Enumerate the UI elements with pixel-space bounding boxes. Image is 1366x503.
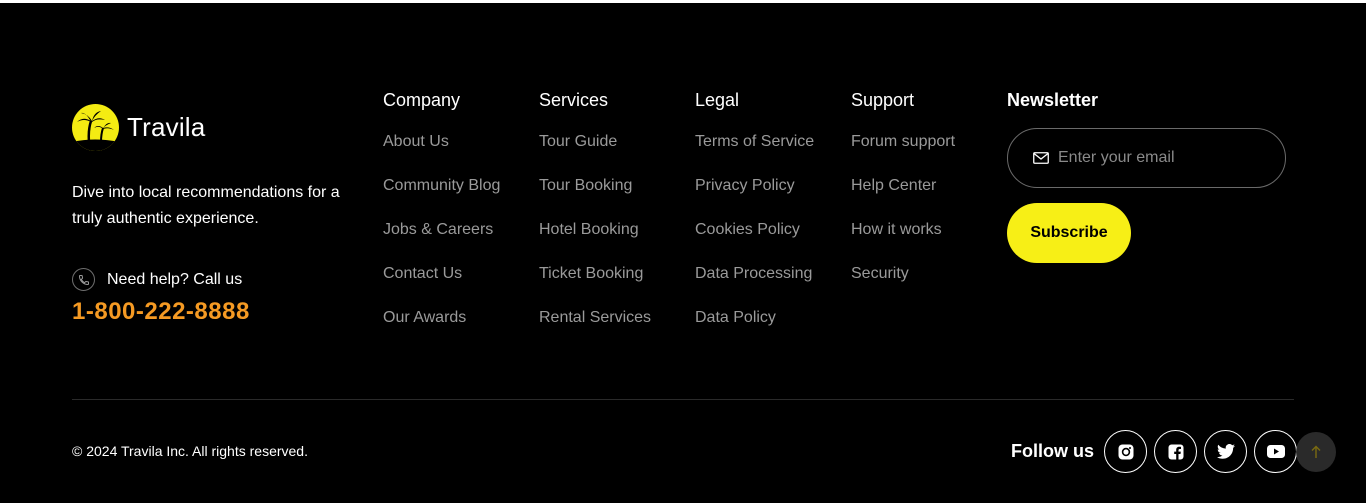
footer-link[interactable]: Security	[851, 264, 955, 308]
copyright-text: © 2024 Travila Inc. All rights reserved.	[72, 443, 308, 459]
brand-name: Travila	[127, 112, 206, 142]
phone-icon	[72, 268, 95, 291]
column-title: Legal	[695, 90, 740, 110]
footer-link[interactable]: Help Center	[851, 176, 955, 220]
footer-link[interactable]: Tour Guide	[539, 132, 651, 176]
footer-link[interactable]: Privacy Policy	[695, 176, 814, 220]
subscribe-button[interactable]: Subscribe	[1007, 203, 1131, 263]
facebook-icon[interactable]	[1154, 430, 1197, 473]
brand-logo[interactable]: Travila	[72, 104, 205, 151]
footer-link[interactable]: Our Awards	[383, 308, 500, 352]
footer-link[interactable]: Tour Booking	[539, 176, 651, 220]
envelope-icon	[1032, 149, 1050, 167]
footer-link[interactable]: How it works	[851, 220, 955, 264]
column-title: Support	[851, 90, 915, 110]
footer-tagline: Dive into local recommendations for a tr…	[72, 184, 340, 227]
follow-label: Follow us	[1011, 441, 1094, 461]
social-links: Follow us	[1011, 430, 1304, 473]
footer-link[interactable]: Hotel Booking	[539, 220, 651, 264]
footer-link[interactable]: Rental Services	[539, 308, 651, 352]
help-label: Need help? Call us	[107, 270, 243, 288]
footer-link[interactable]: Jobs & Careers	[383, 220, 500, 264]
top-border	[0, 0, 1366, 3]
email-input[interactable]	[1058, 149, 1278, 167]
instagram-icon[interactable]	[1104, 430, 1147, 473]
footer-column-support: Support Forum support Help Center How it…	[851, 88, 955, 308]
footer-link[interactable]: Data Processing	[695, 264, 814, 308]
footer-link[interactable]: Data Policy	[695, 308, 814, 352]
footer-link[interactable]: Terms of Service	[695, 132, 814, 176]
twitter-icon[interactable]	[1204, 430, 1247, 473]
footer-column-services: Services Tour Guide Tour Booking Hotel B…	[539, 88, 651, 352]
footer-link[interactable]: Forum support	[851, 132, 955, 176]
column-title: Company	[383, 90, 461, 110]
column-title: Services	[539, 90, 609, 110]
newsletter-title: Newsletter	[1007, 90, 1099, 110]
footer-link[interactable]: Cookies Policy	[695, 220, 814, 264]
phone-number[interactable]: 1-800-222-8888	[72, 298, 250, 326]
youtube-icon[interactable]	[1254, 430, 1297, 473]
footer-link[interactable]: Contact Us	[383, 264, 500, 308]
palm-tree-icon	[72, 104, 119, 151]
footer-column-legal: Legal Terms of Service Privacy Policy Co…	[695, 88, 814, 352]
scroll-to-top-button[interactable]	[1296, 432, 1336, 472]
footer-divider	[72, 399, 1294, 400]
footer-link[interactable]: Ticket Booking	[539, 264, 651, 308]
footer-column-company: Company About Us Community Blog Jobs & C…	[383, 88, 500, 352]
arrow-up-icon	[1311, 445, 1321, 458]
help-line: Need help? Call us	[72, 268, 242, 291]
newsletter-email-field[interactable]	[1007, 128, 1286, 188]
footer-link[interactable]: About Us	[383, 132, 500, 176]
footer-link[interactable]: Community Blog	[383, 176, 500, 220]
